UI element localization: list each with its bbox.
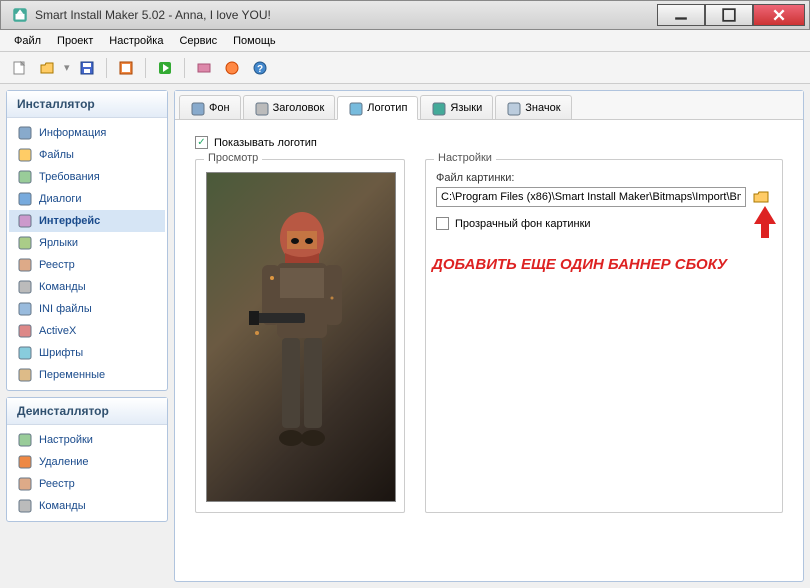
tab-header[interactable]: Заголовок bbox=[243, 95, 336, 119]
icon-icon bbox=[506, 101, 520, 115]
tab-label: Заголовок bbox=[273, 102, 325, 114]
sidebar-item-label: Диалоги bbox=[39, 193, 82, 205]
sidebar-item-label: INI файлы bbox=[39, 303, 92, 315]
sidebar-item-label: Требования bbox=[39, 171, 100, 183]
menu-help[interactable]: Помощь bbox=[227, 33, 282, 49]
sidebar-item-vars[interactable]: Переменные bbox=[9, 364, 165, 386]
toolbar: ▾ ? bbox=[0, 52, 810, 84]
window-title: Smart Install Maker 5.02 - Anna, I love … bbox=[35, 8, 657, 22]
menu-service[interactable]: Сервис bbox=[173, 33, 223, 49]
tab-bg[interactable]: Фон bbox=[179, 95, 241, 119]
sidebar-item-label: Переменные bbox=[39, 369, 105, 381]
tab-logo[interactable]: Логотип bbox=[337, 96, 418, 120]
save-button[interactable] bbox=[76, 57, 98, 79]
transparent-checkbox[interactable] bbox=[436, 217, 449, 230]
sidebar-item-folder[interactable]: Файлы bbox=[9, 144, 165, 166]
menubar: Файл Проект Настройка Сервис Помощь bbox=[0, 30, 810, 52]
tool1-button[interactable] bbox=[193, 57, 215, 79]
sidebar-item-list[interactable]: Требования bbox=[9, 166, 165, 188]
tab-bar: Фон Заголовок Логотип Языки Значок bbox=[175, 91, 803, 120]
settings-legend: Настройки bbox=[434, 152, 496, 164]
tab-lang[interactable]: Языки bbox=[420, 95, 493, 119]
sidebar-item-label: Удаление bbox=[39, 456, 89, 468]
compile-button[interactable] bbox=[115, 57, 137, 79]
preview-legend: Просмотр bbox=[204, 152, 262, 164]
installer-panel: Инсталлятор Информация Файлы Требования Диа… bbox=[6, 90, 168, 391]
tab-label: Фон bbox=[209, 102, 230, 114]
sidebar-item-fonts[interactable]: Шрифты bbox=[9, 342, 165, 364]
sidebar-uninst-item-commands[interactable]: Команды bbox=[9, 495, 165, 517]
sidebar-item-label: Команды bbox=[39, 281, 86, 293]
app-icon bbox=[11, 6, 29, 24]
sidebar-item-shortcut[interactable]: Ярлыки bbox=[9, 232, 165, 254]
tool2-button[interactable] bbox=[221, 57, 243, 79]
sidebar-item-interface[interactable]: Интерфейс bbox=[9, 210, 165, 232]
sidebar-item-ini[interactable]: INI файлы bbox=[9, 298, 165, 320]
sidebar-item-windows[interactable]: Диалоги bbox=[9, 188, 165, 210]
sidebar-item-activex[interactable]: ActiveX bbox=[9, 320, 165, 342]
sidebar-item-commands[interactable]: Команды bbox=[9, 276, 165, 298]
sidebar-uninst-item-settings[interactable]: Настройки bbox=[9, 429, 165, 451]
logo-preview-image bbox=[206, 172, 396, 502]
logo-icon bbox=[348, 101, 362, 115]
file-path-input[interactable] bbox=[436, 187, 746, 207]
sidebar-item-label: Ярлыки bbox=[39, 237, 78, 249]
menu-project[interactable]: Проект bbox=[51, 33, 99, 49]
sidebar-item-label: Информация bbox=[39, 127, 106, 139]
maximize-button[interactable] bbox=[705, 4, 753, 26]
help-button[interactable]: ? bbox=[249, 57, 271, 79]
preview-fieldset: Просмотр bbox=[195, 159, 405, 513]
sidebar-item-info[interactable]: Информация bbox=[9, 122, 165, 144]
sidebar-item-label: Реестр bbox=[39, 478, 75, 490]
bg-icon bbox=[190, 101, 204, 115]
transparent-label: Прозрачный фон картинки bbox=[455, 218, 591, 230]
sidebar-item-label: Шрифты bbox=[39, 347, 83, 359]
sidebar-item-label: ActiveX bbox=[39, 325, 76, 337]
lang-icon bbox=[431, 101, 445, 115]
minimize-button[interactable] bbox=[657, 4, 705, 26]
tab-icon[interactable]: Значок bbox=[495, 95, 571, 119]
header-icon bbox=[254, 101, 268, 115]
run-button[interactable] bbox=[154, 57, 176, 79]
sidebar-uninst-item-registry[interactable]: Реестр bbox=[9, 473, 165, 495]
sidebar-item-label: Реестр bbox=[39, 259, 75, 271]
installer-header: Инсталлятор bbox=[7, 91, 167, 118]
uninstaller-header: Деинсталлятор bbox=[7, 398, 167, 425]
menu-settings[interactable]: Настройка bbox=[103, 33, 169, 49]
new-button[interactable] bbox=[8, 57, 30, 79]
main-area: Инсталлятор Информация Файлы Требования Диа… bbox=[0, 84, 810, 588]
tab-label: Значок bbox=[525, 102, 560, 114]
content-panel: Фон Заголовок Логотип Языки Значок ✓ Показыв… bbox=[174, 90, 804, 582]
file-path-label: Файл картинки: bbox=[436, 172, 772, 184]
content-body: ✓ Показывать логотип Просмотр bbox=[175, 120, 803, 581]
close-button[interactable] bbox=[753, 4, 805, 26]
sidebar-item-label: Настройки bbox=[39, 434, 93, 446]
show-logo-label: Показывать логотип bbox=[214, 137, 317, 149]
settings-fieldset: Настройки Файл картинки: Прозрачный фон bbox=[425, 159, 783, 513]
show-logo-checkbox[interactable]: ✓ bbox=[195, 136, 208, 149]
uninstaller-panel: Деинсталлятор Настройки Удаление Реестр Ком… bbox=[6, 397, 168, 522]
sidebar-item-label: Файлы bbox=[39, 149, 74, 161]
sidebar-item-registry[interactable]: Реестр bbox=[9, 254, 165, 276]
svg-text:?: ? bbox=[256, 64, 262, 75]
folder-open-icon bbox=[752, 189, 770, 205]
tab-label: Логотип bbox=[367, 102, 407, 114]
sidebar-item-label: Команды bbox=[39, 500, 86, 512]
open-button[interactable] bbox=[36, 57, 58, 79]
sidebar: Инсталлятор Информация Файлы Требования Диа… bbox=[6, 90, 168, 582]
menu-file[interactable]: Файл bbox=[8, 33, 47, 49]
tab-label: Языки bbox=[450, 102, 482, 114]
titlebar: Smart Install Maker 5.02 - Anna, I love … bbox=[0, 0, 810, 30]
soldier-graphic bbox=[237, 203, 367, 483]
annotation-text: ДОБАВИТЬ ЕЩЕ ОДИН БАННЕР СБОКУ bbox=[432, 256, 727, 273]
sidebar-item-label: Интерфейс bbox=[39, 215, 100, 227]
sidebar-uninst-item-delete[interactable]: Удаление bbox=[9, 451, 165, 473]
annotation-arrow bbox=[750, 204, 780, 240]
